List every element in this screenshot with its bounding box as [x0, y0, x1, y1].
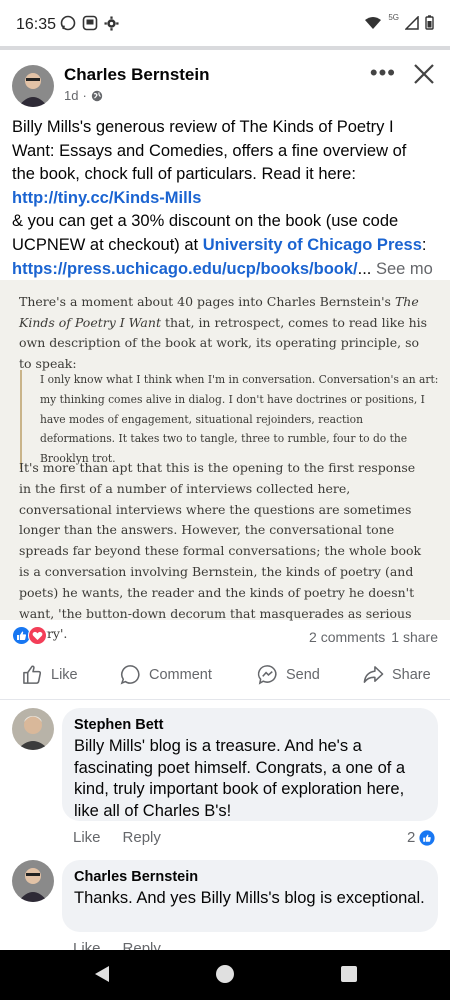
see-more-button[interactable]: See mo: [376, 260, 433, 278]
comment-like-count: 2: [407, 829, 416, 846]
meta-separator: ·: [82, 88, 87, 103]
love-reaction-icon: [28, 626, 47, 645]
comment-author[interactable]: Charles Bernstein: [74, 869, 426, 885]
commenter-avatar[interactable]: [12, 708, 54, 750]
comment-label: Comment: [149, 666, 212, 683]
comment-text: Thanks. And yes Billy Mills's blog is ex…: [74, 889, 425, 907]
home-icon[interactable]: [216, 965, 234, 983]
divider: [0, 699, 450, 700]
post-text: Billy Mills's generous review of The Kin…: [12, 116, 450, 281]
post-text-line: Billy Mills's generous review of The Kin…: [12, 118, 394, 136]
settings-icon: [104, 15, 119, 31]
comment-reply-button[interactable]: Reply: [123, 829, 161, 846]
status-bar: 16:35 5G: [0, 0, 450, 46]
post-actions: Like Comment Send Share: [0, 660, 450, 694]
comment-icon: [120, 665, 140, 685]
network-label: 5G: [388, 13, 399, 22]
messenger-icon: [257, 665, 277, 685]
send-label: Send: [286, 666, 320, 683]
post-text-line: Want: Essays and Comedies, offers a fine…: [12, 141, 407, 160]
comment-author[interactable]: Stephen Bett: [74, 717, 426, 733]
whatsapp-icon: [60, 15, 76, 31]
status-time: 16:35: [16, 16, 57, 33]
post-stats: 2 comments 1 share: [303, 629, 438, 645]
recent-apps-icon[interactable]: [341, 966, 357, 982]
article-text: There's a moment about 40 pages into Cha…: [19, 294, 395, 309]
like-label: Like: [51, 666, 78, 683]
author-avatar[interactable]: [12, 65, 54, 107]
post-header: Charles Bernstein 1d · •••: [12, 60, 438, 110]
commenter-avatar[interactable]: [12, 860, 54, 902]
review-link[interactable]: http://tiny.cc/Kinds-Mills: [12, 189, 201, 207]
globe-icon: [91, 90, 103, 101]
share-label: Share: [392, 666, 431, 683]
more-options-button[interactable]: •••: [370, 62, 396, 84]
comments-count[interactable]: 2 comments: [309, 629, 385, 645]
back-icon[interactable]: [94, 965, 110, 983]
post-meta: 1d ·: [64, 88, 103, 103]
comment-button[interactable]: Comment: [120, 664, 212, 685]
like-reaction-icon: [419, 829, 435, 846]
comment-reactions[interactable]: 2: [407, 829, 435, 846]
article-quote: I only know what I think when I'm in con…: [20, 370, 440, 469]
comment-like-button[interactable]: Like: [73, 829, 101, 846]
post-text-line: & you can get a 30% discount on the book…: [12, 212, 399, 231]
comment-bubble[interactable]: Stephen Bett Billy Mills' blog is a trea…: [62, 708, 438, 821]
post-text-segment: UCPNEW at checkout) at: [12, 235, 203, 254]
reaction-icons[interactable]: [12, 626, 47, 645]
article-preview[interactable]: There's a moment about 40 pages into Cha…: [0, 280, 450, 641]
app-icon: [82, 15, 98, 31]
status-left-icons: [60, 15, 119, 31]
share-icon: [363, 666, 384, 683]
post-time[interactable]: 1d: [64, 88, 78, 103]
share-button[interactable]: Share: [362, 664, 431, 685]
post-text-segment: ...: [357, 259, 372, 278]
comment-actions: Like Reply: [73, 829, 161, 846]
divider: [0, 46, 450, 50]
post-text-segment: :: [421, 235, 427, 254]
like-button[interactable]: Like: [22, 664, 78, 685]
article-paragraph: It's more than apt that this is the open…: [19, 460, 422, 641]
close-icon[interactable]: [410, 60, 438, 88]
post-author[interactable]: Charles Bernstein: [64, 65, 210, 85]
shares-count[interactable]: 1 share: [391, 629, 438, 645]
post-text-line: the book, chock full of particulars. Rea…: [12, 165, 356, 184]
book-link[interactable]: https://press.uchicago.edu/ucp/books/boo…: [12, 260, 358, 278]
thumbs-up-icon: [23, 665, 42, 684]
signal-icon: [405, 15, 419, 30]
battery-icon: [425, 15, 434, 30]
send-button[interactable]: Send: [257, 664, 320, 685]
article-paragraph: There's a moment about 40 pages into Cha…: [19, 292, 429, 374]
system-nav-bar: [0, 950, 450, 1000]
reactions-row: 2 comments 1 share: [12, 624, 438, 648]
comment-bubble[interactable]: Charles Bernstein Thanks. And yes Billy …: [62, 860, 438, 932]
publisher-link[interactable]: University of Chicago Press: [203, 236, 422, 254]
status-right-icons: 5G: [364, 13, 434, 30]
comment-text: Billy Mills' blog is a treasure. And he'…: [74, 737, 406, 820]
wifi-icon: [365, 16, 382, 29]
